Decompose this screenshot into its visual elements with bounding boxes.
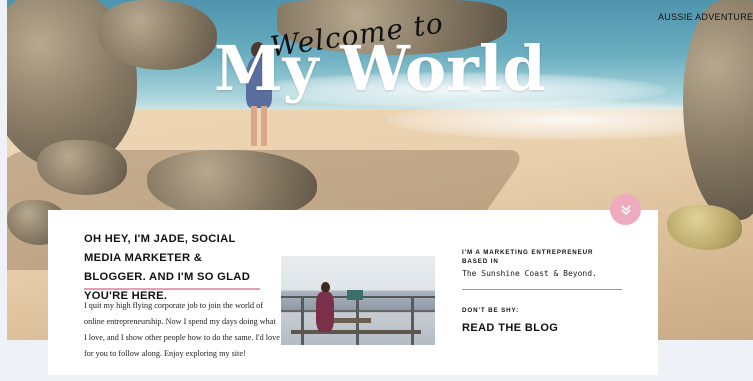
scroll-down-button[interactable]	[610, 194, 641, 225]
site-name-link[interactable]: AUSSIE ADVENTURES	[658, 12, 753, 22]
read-blog-link[interactable]: READ THE BLOG	[462, 322, 558, 334]
double-chevron-down-icon	[620, 204, 631, 215]
intro-heading: OH HEY, I'M JADE, SOCIAL MEDIA MARKETER …	[84, 233, 251, 302]
about-kicker: I'M A MARKETING ENTREPRENEUR BASED IN	[462, 249, 594, 265]
hero-main-title: My World	[214, 32, 546, 105]
intro-body: I quit my high flying corporate job to j…	[84, 301, 280, 358]
divider	[462, 289, 622, 290]
divider	[84, 288, 260, 290]
about-location: The Sunshine Coast & Beyond.	[462, 269, 597, 278]
cta-kicker: DON'T BE SHY:	[462, 307, 520, 314]
profile-photo	[281, 256, 435, 345]
